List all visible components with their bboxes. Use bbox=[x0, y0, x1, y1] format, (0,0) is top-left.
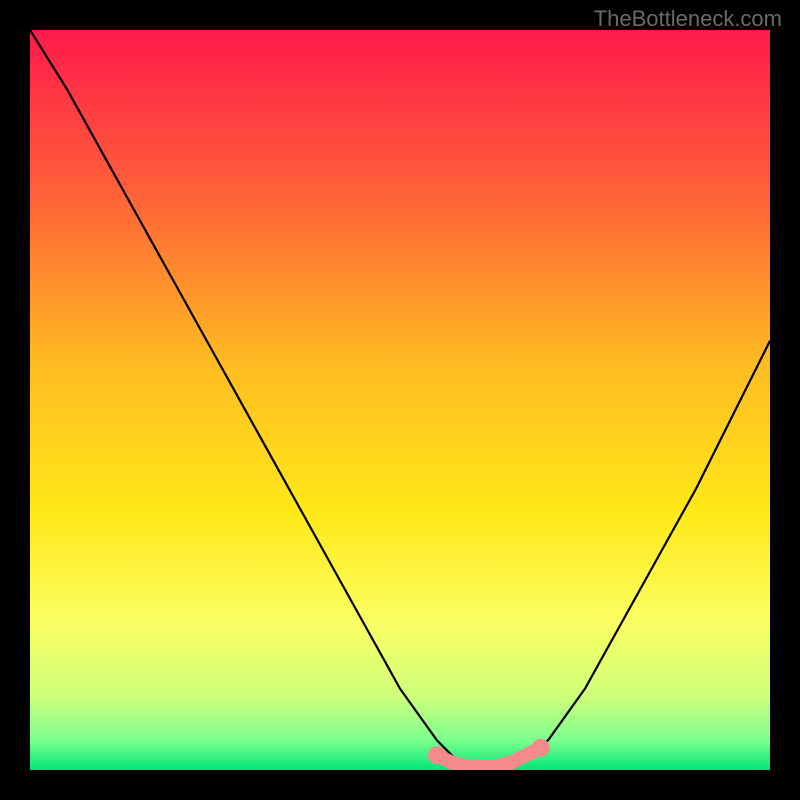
marker-dot bbox=[532, 739, 550, 757]
chart-background bbox=[30, 30, 770, 770]
watermark-text: TheBottleneck.com bbox=[594, 6, 782, 32]
bottleneck-chart bbox=[30, 30, 770, 770]
chart-container bbox=[30, 30, 770, 770]
marker-dot bbox=[428, 746, 446, 764]
